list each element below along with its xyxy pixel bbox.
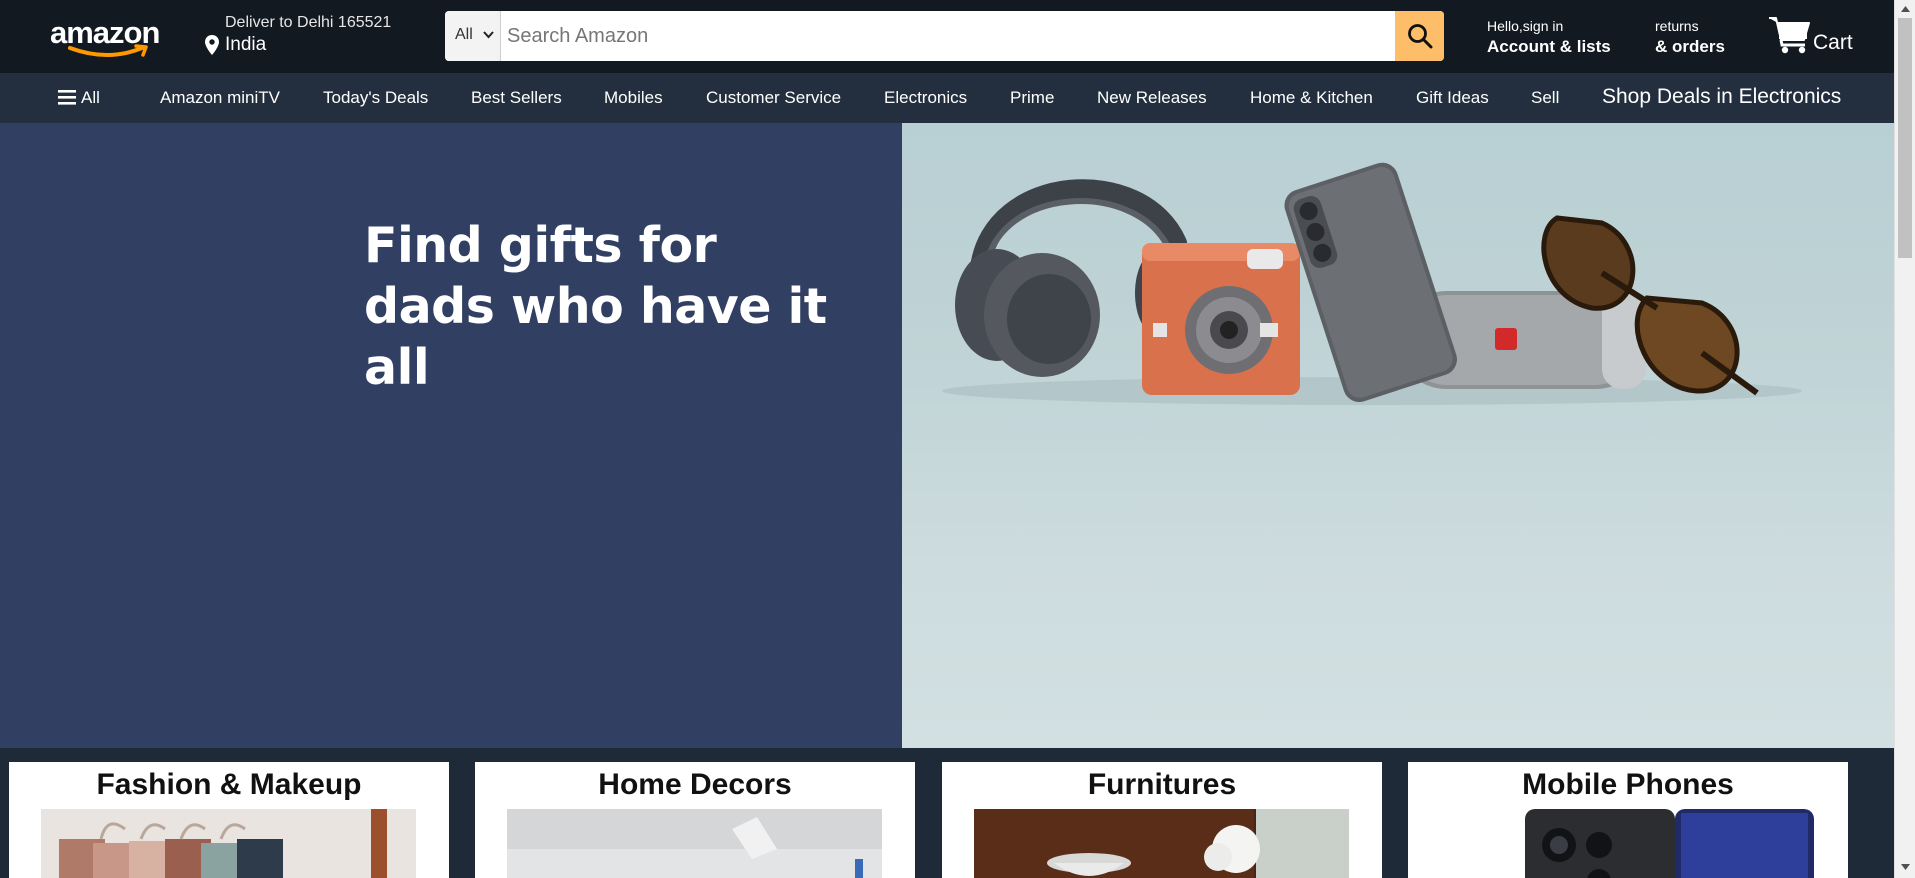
nav-item-best-sellers[interactable]: Best Sellers	[471, 88, 562, 108]
nav-promo-electronics-deals[interactable]: Shop Deals in Electronics	[1602, 85, 1841, 109]
card-title: Home Decors	[598, 768, 792, 801]
secondary-nav: All Amazon miniTV Today's Deals Best Sel…	[0, 73, 1894, 123]
furniture-image	[974, 809, 1349, 878]
orders-label: & orders	[1655, 37, 1725, 56]
card-title: Fashion & Makeup	[96, 768, 362, 801]
nav-item-amazon-minitv[interactable]: Amazon miniTV	[160, 88, 280, 108]
nav-item-mobiles[interactable]: Mobiles	[604, 88, 663, 108]
instant-camera-image	[1142, 243, 1300, 395]
card-home-decors[interactable]: Home Decors	[475, 762, 915, 878]
fashion-image	[41, 809, 416, 878]
vertical-scrollbar[interactable]	[1894, 0, 1915, 878]
account-label: Account & lists	[1487, 37, 1611, 56]
deliver-label: Deliver to Delhi 165521	[225, 14, 392, 31]
card-title: Furnitures	[1087, 768, 1237, 801]
search-bar: All	[445, 11, 1444, 61]
location-pin-icon	[205, 35, 219, 55]
hero-headline: Find gifts for dads who have it all	[364, 215, 902, 398]
card-title: Mobile Phones	[1522, 768, 1734, 801]
account-and-lists[interactable]: Hello,sign in Account & lists	[1487, 18, 1611, 57]
hero-headline-line2: dads who have it all	[364, 278, 827, 396]
scroll-down-arrow-icon[interactable]	[1901, 864, 1910, 870]
chevron-down-icon	[483, 31, 494, 39]
hero-headline-line1: Find gifts for	[364, 217, 717, 274]
search-input[interactable]	[501, 11, 1340, 61]
hero-image-panel	[902, 123, 1894, 748]
card-fashion-makeup[interactable]: Fashion & Makeup	[9, 762, 449, 878]
search-button[interactable]	[1395, 11, 1444, 61]
scrollbar-thumb[interactable]	[1898, 18, 1912, 258]
amazon-home-page: amazon Deliver to Delhi 165521 India All	[0, 0, 1915, 878]
nav-item-prime[interactable]: Prime	[1010, 88, 1054, 108]
smartphone-image	[1284, 162, 1457, 402]
account-greeting: Hello,sign in	[1487, 18, 1564, 34]
scroll-up-arrow-icon[interactable]	[1901, 6, 1910, 12]
search-icon	[1408, 24, 1433, 49]
nav-item-electronics[interactable]: Electronics	[884, 88, 967, 108]
deliver-country: India	[225, 34, 267, 55]
card-mobile-phones[interactable]: Mobile Phones	[1408, 762, 1848, 878]
top-header: amazon Deliver to Delhi 165521 India All	[0, 0, 1894, 73]
card-image-furnitures[interactable]	[974, 809, 1349, 878]
logo-smile-icon	[68, 44, 148, 57]
nav-all-label: All	[81, 88, 100, 107]
hero-products-image	[942, 162, 1802, 405]
returns-and-orders[interactable]: returns & orders	[1655, 18, 1725, 57]
amazon-logo[interactable]: amazon	[50, 17, 160, 58]
nav-item-new-releases[interactable]: New Releases	[1097, 88, 1207, 108]
cart-label: Cart	[1813, 31, 1853, 54]
home-decor-image	[507, 809, 882, 878]
search-category-dropdown[interactable]: All	[445, 11, 501, 61]
card-image-home-decors[interactable]	[507, 809, 882, 878]
mobile-phones-image	[1525, 809, 1814, 878]
nav-item-todays-deals[interactable]: Today's Deals	[323, 88, 428, 108]
nav-item-sell[interactable]: Sell	[1531, 88, 1559, 108]
hero-text-panel: Find gifts for dads who have it all	[0, 123, 902, 748]
nav-item-gift-ideas[interactable]: Gift Ideas	[1416, 88, 1489, 108]
search-category-label: All	[455, 26, 473, 43]
nav-item-home-kitchen[interactable]: Home & Kitchen	[1250, 88, 1373, 108]
card-furnitures[interactable]: Furnitures	[942, 762, 1382, 878]
card-image-mobile-phones[interactable]	[1525, 809, 1814, 878]
cart-button[interactable]: Cart	[1768, 14, 1878, 58]
nav-item-customer-service[interactable]: Customer Service	[706, 88, 841, 108]
hamburger-menu-icon	[58, 90, 76, 105]
returns-label: returns	[1655, 18, 1699, 34]
hero-banner[interactable]: Find gifts for dads who have it all	[0, 123, 1894, 748]
cart-icon	[1769, 17, 1810, 54]
card-image-fashion[interactable]	[41, 809, 416, 878]
